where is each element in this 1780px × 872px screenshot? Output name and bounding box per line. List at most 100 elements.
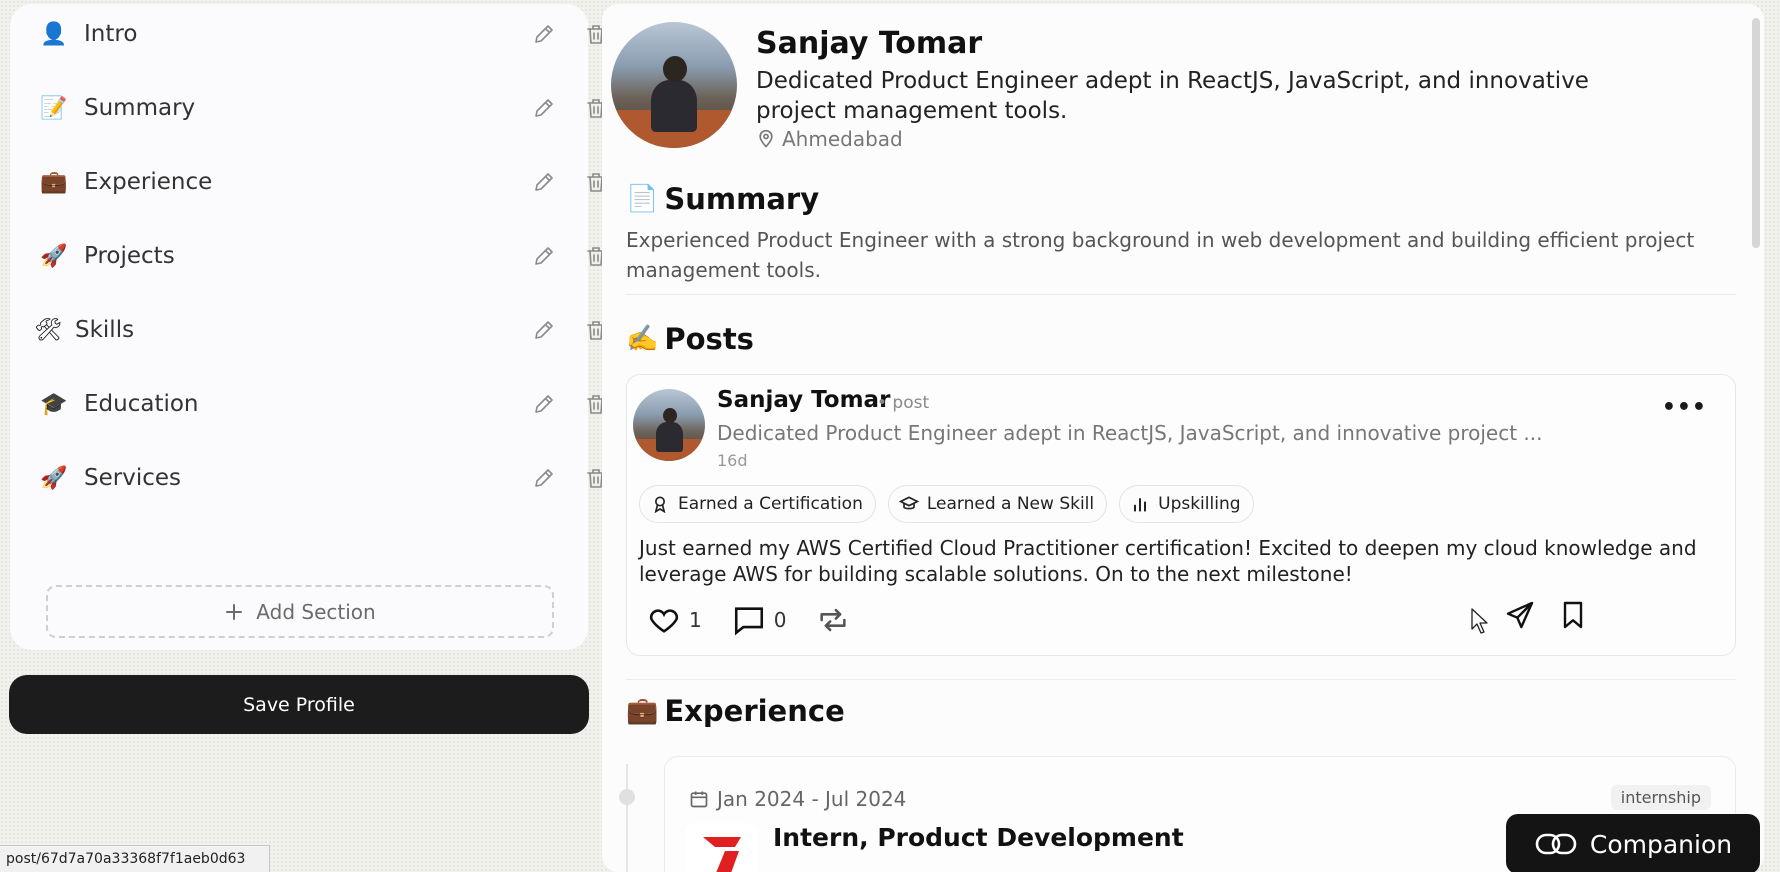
- profile-headline: Dedicated Product Engineer adept in Reac…: [756, 68, 1589, 124]
- summary-text: Experienced Product Engineer with a stro…: [626, 228, 1695, 282]
- heart-icon: [649, 609, 679, 633]
- pencil-icon: [535, 247, 553, 265]
- section-item-services[interactable]: 🚀 Services: [10, 448, 588, 508]
- plus-icon: [226, 603, 243, 620]
- profile-preview: Sanjay Tomar Dedicated Product Engineer …: [602, 4, 1764, 872]
- pencil-icon: [535, 469, 553, 487]
- post-tags: Earned a Certification Learned a New Ski…: [639, 485, 1254, 523]
- rocket-icon: 🚀: [40, 465, 68, 491]
- repost-icon: [820, 608, 847, 632]
- bookmark-icon: [1563, 601, 1583, 629]
- tag-label: Upskilling: [1158, 494, 1241, 514]
- section-label: Summary: [84, 95, 196, 121]
- companion-label: Companion: [1589, 829, 1733, 859]
- company-logo: [685, 823, 757, 872]
- section-label: Skills: [75, 317, 135, 343]
- add-section-button[interactable]: Add Section: [46, 585, 554, 638]
- award-icon: [654, 496, 666, 514]
- section-item-intro[interactable]: 👤 Intro: [10, 4, 588, 64]
- edit-projects-button[interactable]: [530, 242, 558, 270]
- like-count: 1: [689, 608, 702, 632]
- post-time: 16d: [717, 451, 748, 470]
- profile-location: Ahmedabad: [756, 127, 903, 151]
- edit-experience-button[interactable]: [530, 168, 558, 196]
- share-button[interactable]: [1504, 599, 1536, 635]
- experience-title: Experience: [664, 694, 845, 728]
- summary-title: Summary: [664, 182, 820, 216]
- tools-icon: 🛠: [34, 317, 62, 343]
- rocket-icon: 🚀: [40, 243, 68, 269]
- more-options-button[interactable]: •••: [1662, 395, 1707, 420]
- location-text: Ahmedabad: [782, 127, 903, 151]
- tag-label: Earned a Certification: [678, 494, 863, 514]
- post-card[interactable]: Sanjay Tomar • post Dedicated Product En…: [626, 374, 1736, 656]
- document-icon: 📄: [626, 184, 659, 214]
- send-icon: [1506, 601, 1534, 629]
- experience-date: Jan 2024 - Jul 2024: [689, 787, 906, 811]
- companion-icon: [1535, 833, 1577, 855]
- graduation-cap-icon: 🎓: [40, 391, 68, 417]
- save-profile-button[interactable]: Save Profile: [9, 675, 589, 734]
- timeline-dot: [619, 789, 635, 805]
- tag-earned-certification[interactable]: Earned a Certification: [639, 485, 876, 523]
- post-type: • post: [877, 393, 930, 413]
- post-author-avatar: [633, 389, 705, 461]
- section-label: Education: [84, 391, 199, 417]
- pencil-icon: [535, 99, 553, 117]
- section-item-skills[interactable]: 🛠 Skills: [10, 300, 588, 360]
- pencil-icon: [535, 173, 553, 191]
- profile-name: Sanjay Tomar: [756, 26, 983, 61]
- comment-count: 0: [773, 608, 787, 632]
- add-section-label: Add Section: [256, 599, 376, 624]
- edit-summary-button[interactable]: [530, 94, 558, 122]
- edit-skills-button[interactable]: [530, 316, 558, 344]
- experience-title-text: Intern, Product Development: [773, 823, 1184, 852]
- section-item-education[interactable]: 🎓 Education: [10, 374, 588, 434]
- posts-title: Posts: [664, 322, 754, 356]
- section-item-projects[interactable]: 🚀 Projects: [10, 226, 588, 286]
- comment-icon: [734, 607, 763, 636]
- bar-chart-icon: [1134, 498, 1147, 512]
- status-url: post/67d7a70a33368f7f1aeb0d63: [0, 845, 270, 872]
- pencil-icon: [535, 395, 553, 413]
- avatar: [611, 22, 737, 148]
- section-item-summary[interactable]: 📝 Summary: [10, 78, 588, 138]
- tag-learned-skill[interactable]: Learned a New Skill: [887, 485, 1108, 523]
- edit-education-button[interactable]: [530, 390, 558, 418]
- mouse-cursor-icon: [1471, 608, 1488, 634]
- experience-heading: 💼 Experience: [626, 694, 845, 728]
- briefcase-icon: 💼: [40, 169, 68, 195]
- post-author-headline: Dedicated Product Engineer adept in Reac…: [717, 421, 1543, 445]
- sections-panel: 👤 Intro 📝 Summary 💼 Experience 🚀 Project…: [10, 4, 588, 650]
- pencil-icon: [535, 321, 553, 339]
- location-pin-icon: [759, 129, 773, 148]
- section-item-experience[interactable]: 💼 Experience: [10, 152, 588, 212]
- bookmark-button[interactable]: [1557, 599, 1589, 635]
- person-icon: 👤: [40, 21, 68, 47]
- employment-type-badge: internship: [1610, 785, 1711, 810]
- section-label: Projects: [84, 243, 175, 269]
- comment-button[interactable]: 0: [732, 603, 787, 637]
- tag-upskilling[interactable]: Upskilling: [1119, 485, 1254, 523]
- briefcase-icon: 💼: [626, 696, 659, 726]
- posts-heading: ✍️ Posts: [626, 322, 754, 356]
- scrollbar[interactable]: [1752, 18, 1760, 248]
- section-label: Services: [84, 465, 181, 491]
- pencil-icon: [535, 25, 553, 43]
- divider: [626, 294, 1736, 295]
- memo-icon: 📝: [40, 95, 68, 121]
- edit-services-button[interactable]: [530, 464, 558, 492]
- date-range: Jan 2024 - Jul 2024: [717, 787, 907, 811]
- like-button[interactable]: 1: [647, 603, 702, 637]
- calendar-icon: [690, 791, 708, 808]
- companion-button[interactable]: Companion: [1506, 814, 1760, 872]
- timeline-line: [626, 764, 628, 872]
- section-label: Experience: [84, 169, 213, 195]
- post-author[interactable]: Sanjay Tomar: [717, 387, 890, 413]
- edit-intro-button[interactable]: [530, 20, 558, 48]
- section-label: Intro: [84, 21, 138, 47]
- post-actions: 1 0: [647, 603, 880, 637]
- writing-hand-icon: ✍️: [626, 324, 659, 354]
- repost-button[interactable]: [816, 603, 850, 637]
- graduation-cap-icon: [898, 496, 919, 510]
